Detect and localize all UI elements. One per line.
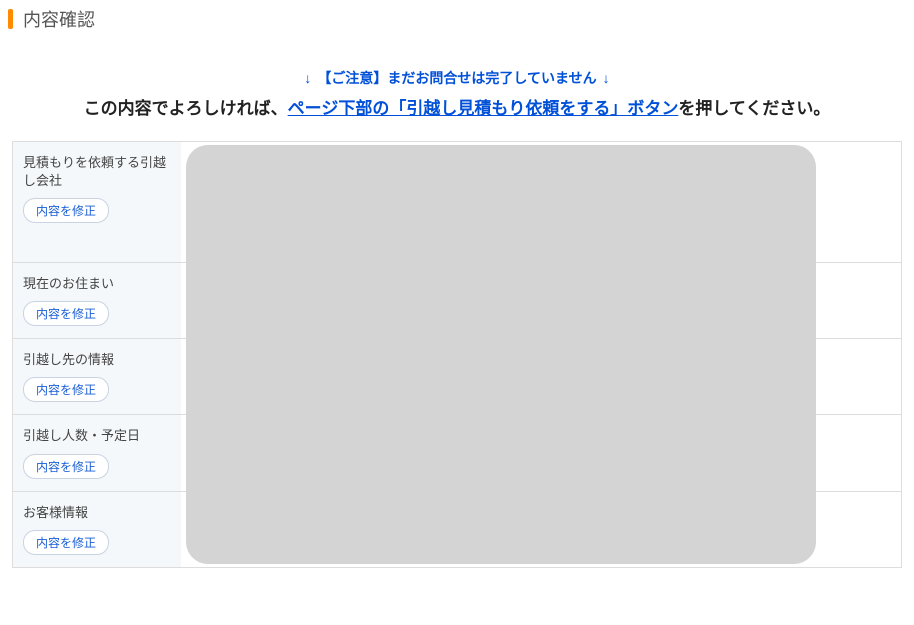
row-label: 引越し人数・予定日 内容を修正: [13, 415, 181, 490]
row-label-title: 引越し人数・予定日: [23, 427, 171, 445]
content-area: 見積もりを依頼する引越し会社 内容を修正 現在のお住まい 内容を修正 引越し先の…: [12, 141, 902, 568]
row-label: 現在のお住まい 内容を修正: [13, 263, 181, 338]
edit-button[interactable]: 内容を修正: [23, 301, 109, 326]
instruction-suffix: を押してください。: [678, 99, 830, 118]
instruction-link[interactable]: ページ下部の「引越し見積もり依頼をする」ボタン: [288, 99, 679, 118]
row-label: 引越し先の情報 内容を修正: [13, 339, 181, 414]
row-label: 見積もりを依頼する引越し会社 内容を修正: [13, 142, 181, 262]
arrow-down-icon: ↓: [304, 70, 311, 86]
row-label-title: 見積もりを依頼する引越し会社: [23, 154, 171, 190]
edit-button[interactable]: 内容を修正: [23, 198, 109, 223]
row-label-title: お客様情報: [23, 504, 171, 522]
page-title: 内容確認: [23, 6, 95, 32]
masked-overlay: [186, 145, 816, 564]
row-label-title: 引越し先の情報: [23, 351, 171, 369]
row-label-title: 現在のお住まい: [23, 275, 171, 293]
notice-wrap: ↓ 【ご注意】まだお問合せは完了していません ↓: [0, 68, 914, 88]
instruction-prefix: この内容でよろしければ、: [84, 99, 288, 118]
instruction: この内容でよろしければ、ページ下部の「引越し見積もり依頼をする」ボタンを押してく…: [0, 94, 914, 119]
notice-line: ↓ 【ご注意】まだお問合せは完了していません ↓: [304, 68, 609, 88]
edit-button[interactable]: 内容を修正: [23, 454, 109, 479]
edit-button[interactable]: 内容を修正: [23, 530, 109, 555]
accent-bar: [8, 9, 13, 29]
notice-text: 【ご注意】まだお問合せは完了していません: [317, 68, 596, 88]
page-header: 内容確認: [0, 0, 914, 38]
arrow-down-icon: ↓: [603, 70, 610, 86]
row-label: お客様情報 内容を修正: [13, 492, 181, 567]
edit-button[interactable]: 内容を修正: [23, 377, 109, 402]
